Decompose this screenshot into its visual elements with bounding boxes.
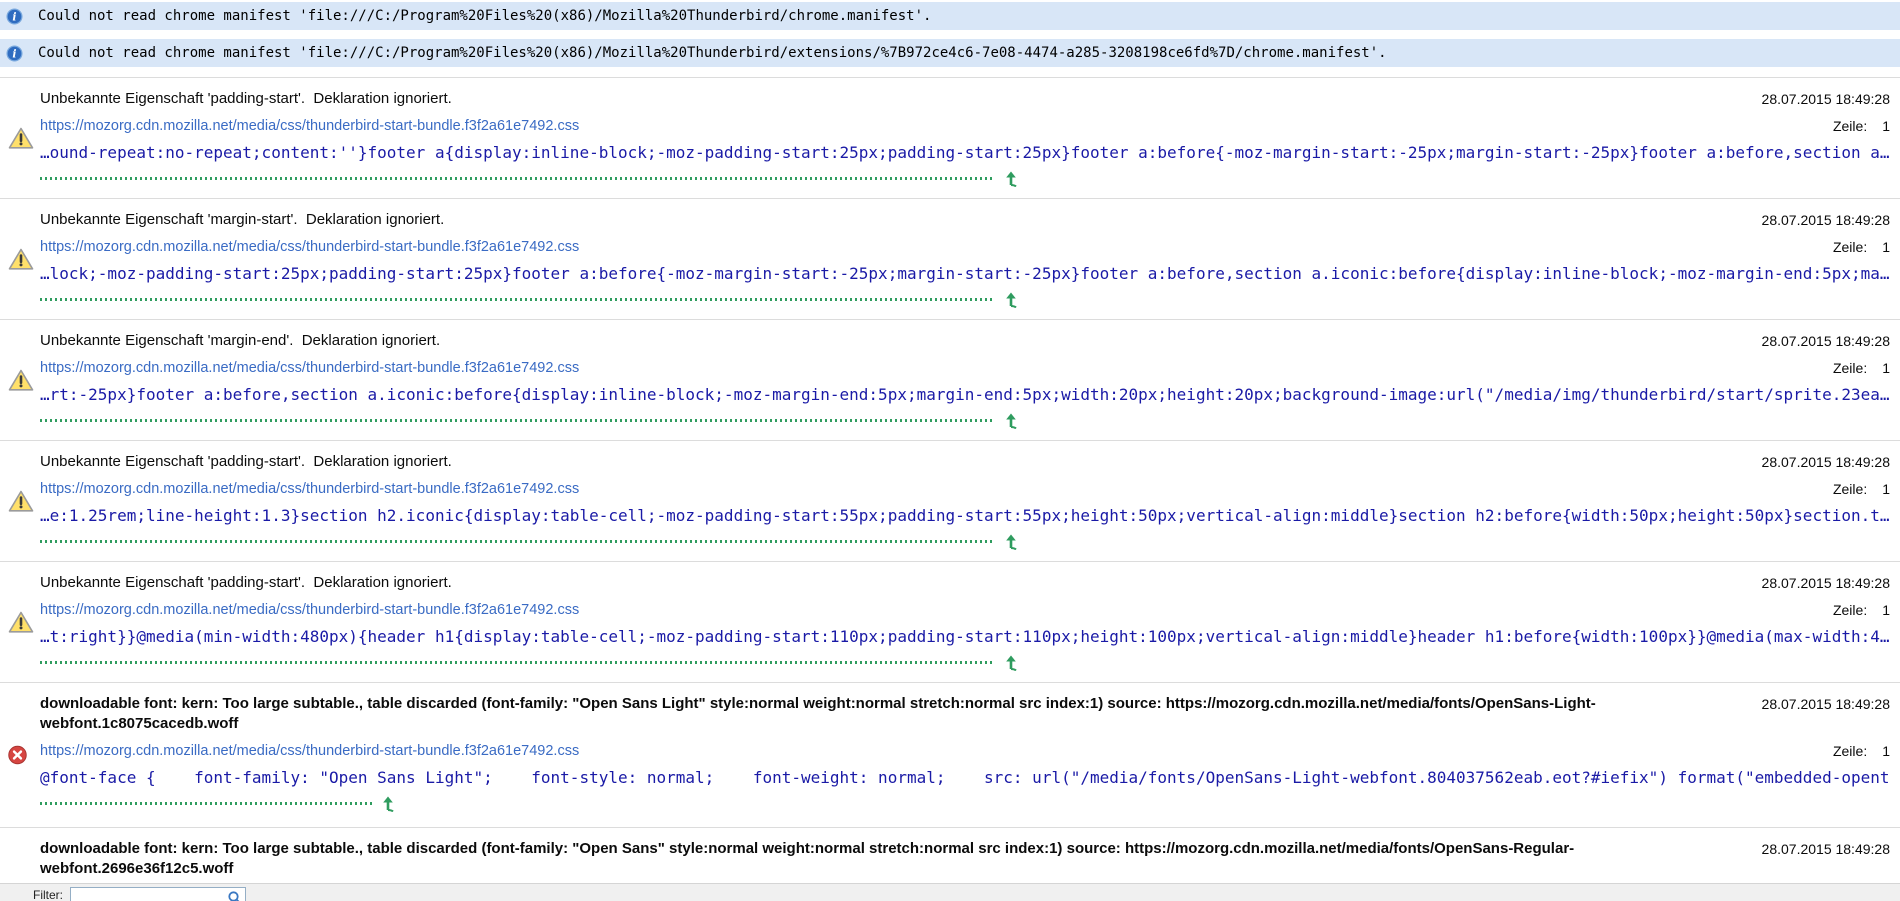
console-entry[interactable]: Unbekannte Eigenschaft 'padding-start'. … <box>0 561 1900 682</box>
entry-message-text: Unbekannte Eigenschaft 'margin-start'. D… <box>40 211 445 228</box>
entry-line-label: Zeile: <box>1832 481 1868 497</box>
entry-code-snippet: …e:1.25rem;line-height:1.3}section h2.ic… <box>40 506 1890 525</box>
entry-timestamp: 28.07.2015 18:49:28 <box>1761 91 1890 107</box>
entry-body: Unbekannte Eigenschaft 'padding-start'. … <box>40 573 1890 672</box>
entry-line-number: 1 <box>1882 602 1890 618</box>
entry-line-indicator: Zeile: 1 <box>1833 358 1890 378</box>
error-position-underline <box>40 540 995 543</box>
info-rows-container: i Could not read chrome manifest 'file:/… <box>0 2 1900 67</box>
entry-message-text: Unbekannte Eigenschaft 'padding-start'. … <box>40 90 452 107</box>
caret-row <box>40 533 1890 551</box>
entry-body: Unbekannte Eigenschaft 'margin-start'. D… <box>40 210 1890 309</box>
entry-timestamp: 28.07.2015 18:49:28 <box>1761 841 1890 857</box>
entry-line-number: 1 <box>1882 743 1890 759</box>
error-console-window: i Could not read chrome manifest 'file:/… <box>0 0 1900 901</box>
entry-line-indicator: Zeile: 1 <box>1833 479 1890 499</box>
entry-message-text: Unbekannte Eigenschaft 'padding-start'. … <box>40 574 452 591</box>
console-entry[interactable]: Unbekannte Eigenschaft 'margin-end'. Dek… <box>0 319 1900 440</box>
entry-source-link[interactable]: https://mozorg.cdn.mozilla.net/media/css… <box>40 237 1833 257</box>
entry-body: Unbekannte Eigenschaft 'margin-end'. Dek… <box>40 331 1890 430</box>
entry-line-number: 1 <box>1882 239 1890 255</box>
entry-timestamp: 28.07.2015 18:49:28 <box>1761 212 1890 228</box>
entry-source-link[interactable]: https://mozorg.cdn.mozilla.net/media/css… <box>40 741 1833 761</box>
caret-row <box>40 654 1890 672</box>
console-entry[interactable]: Unbekannte Eigenschaft 'padding-start'. … <box>0 440 1900 561</box>
entry-code-snippet: …rt:-25px}footer a:before,section a.icon… <box>40 385 1890 404</box>
warning-icon <box>8 611 34 633</box>
error-position-underline <box>40 177 995 180</box>
warning-icon <box>8 369 34 391</box>
entry-source-link[interactable]: https://mozorg.cdn.mozilla.net/media/css… <box>40 358 1833 378</box>
caret-row <box>40 412 1890 430</box>
caret-up-arrow-icon <box>1006 292 1017 308</box>
entry-source-link[interactable]: https://mozorg.cdn.mozilla.net/media/css… <box>40 600 1833 620</box>
error-position-underline <box>40 802 372 805</box>
entry-code-snippet: …lock;-moz-padding-start:25px;padding-st… <box>40 264 1890 283</box>
warning-icon <box>8 490 34 512</box>
entry-timestamp: 28.07.2015 18:49:28 <box>1761 333 1890 349</box>
entry-timestamp: 28.07.2015 18:49:28 <box>1761 454 1890 470</box>
entry-message-text: downloadable font: kern: Too large subta… <box>40 840 1575 877</box>
entry-message-text: Unbekannte Eigenschaft 'margin-end'. Dek… <box>40 332 441 349</box>
warning-icon <box>8 127 34 149</box>
entry-line-label: Zeile: <box>1832 360 1868 376</box>
info-message-row[interactable]: i Could not read chrome manifest 'file:/… <box>0 39 1900 67</box>
filter-bar: Filter: <box>0 883 1900 901</box>
entry-line-number: 1 <box>1882 360 1890 376</box>
entry-body: Unbekannte Eigenschaft 'padding-start'. … <box>40 89 1890 188</box>
entry-message-text: downloadable font: kern: Too large subta… <box>40 695 1596 732</box>
entry-body: downloadable font: kern: Too large subta… <box>40 694 1890 813</box>
entry-code-snippet: …ound-repeat:no-repeat;content:''}footer… <box>40 143 1890 162</box>
info-message-text: Could not read chrome manifest 'file:///… <box>38 8 932 24</box>
console-entry[interactable]: Unbekannte Eigenschaft 'padding-start'. … <box>0 77 1900 198</box>
caret-row <box>40 291 1890 309</box>
filter-label: Filter: <box>33 888 63 901</box>
entry-line-label: Zeile: <box>1832 239 1868 255</box>
entry-line-label: Zeile: <box>1832 743 1868 759</box>
caret-up-arrow-icon <box>1006 413 1017 429</box>
filter-input-wrap <box>70 887 246 901</box>
caret-row <box>40 170 1890 188</box>
entry-timestamp: 28.07.2015 18:49:28 <box>1761 696 1890 712</box>
entry-line-label: Zeile: <box>1832 602 1868 618</box>
info-icon: i <box>0 7 38 25</box>
entry-line-indicator: Zeile: 1 <box>1833 116 1890 136</box>
entry-line-indicator: Zeile: 1 <box>1833 741 1890 761</box>
entry-timestamp: 28.07.2015 18:49:28 <box>1761 575 1890 591</box>
entry-line-number: 1 <box>1882 481 1890 497</box>
error-position-underline <box>40 419 995 422</box>
entry-code-snippet: …t:right}}@media(min-width:480px){header… <box>40 627 1890 646</box>
entry-body: Unbekannte Eigenschaft 'padding-start'. … <box>40 452 1890 551</box>
caret-up-arrow-icon <box>1006 534 1017 550</box>
entry-message-text: Unbekannte Eigenschaft 'padding-start'. … <box>40 453 452 470</box>
entry-line-label: Zeile: <box>1832 118 1868 134</box>
caret-up-arrow-icon <box>383 796 394 812</box>
info-message-text: Could not read chrome manifest 'file:///… <box>38 45 1387 61</box>
entries-container: Unbekannte Eigenschaft 'padding-start'. … <box>0 77 1900 901</box>
svg-text:i: i <box>12 47 16 60</box>
entry-line-indicator: Zeile: 1 <box>1833 600 1890 620</box>
entry-source-link[interactable]: https://mozorg.cdn.mozilla.net/media/css… <box>40 479 1833 499</box>
entry-code-snippet: @font-face { font-family: "Open Sans Lig… <box>40 768 1890 787</box>
warning-icon <box>8 248 34 270</box>
entry-source-link[interactable]: https://mozorg.cdn.mozilla.net/media/css… <box>40 116 1833 136</box>
info-icon: i <box>0 44 38 62</box>
info-message-row[interactable]: i Could not read chrome manifest 'file:/… <box>0 2 1900 30</box>
caret-up-arrow-icon <box>1006 655 1017 671</box>
entry-line-number: 1 <box>1882 118 1890 134</box>
error-position-underline <box>40 298 995 301</box>
error-icon <box>8 745 27 765</box>
console-entry[interactable]: Unbekannte Eigenschaft 'margin-start'. D… <box>0 198 1900 319</box>
svg-text:i: i <box>12 10 16 23</box>
caret-up-arrow-icon <box>1006 171 1017 187</box>
filter-input[interactable] <box>70 887 246 901</box>
caret-row <box>40 795 1890 813</box>
error-position-underline <box>40 661 995 664</box>
search-icon <box>228 891 240 901</box>
console-entry[interactable]: downloadable font: kern: Too large subta… <box>0 682 1900 827</box>
entry-line-indicator: Zeile: 1 <box>1833 237 1890 257</box>
console-message-list: i Could not read chrome manifest 'file:/… <box>0 2 1900 901</box>
